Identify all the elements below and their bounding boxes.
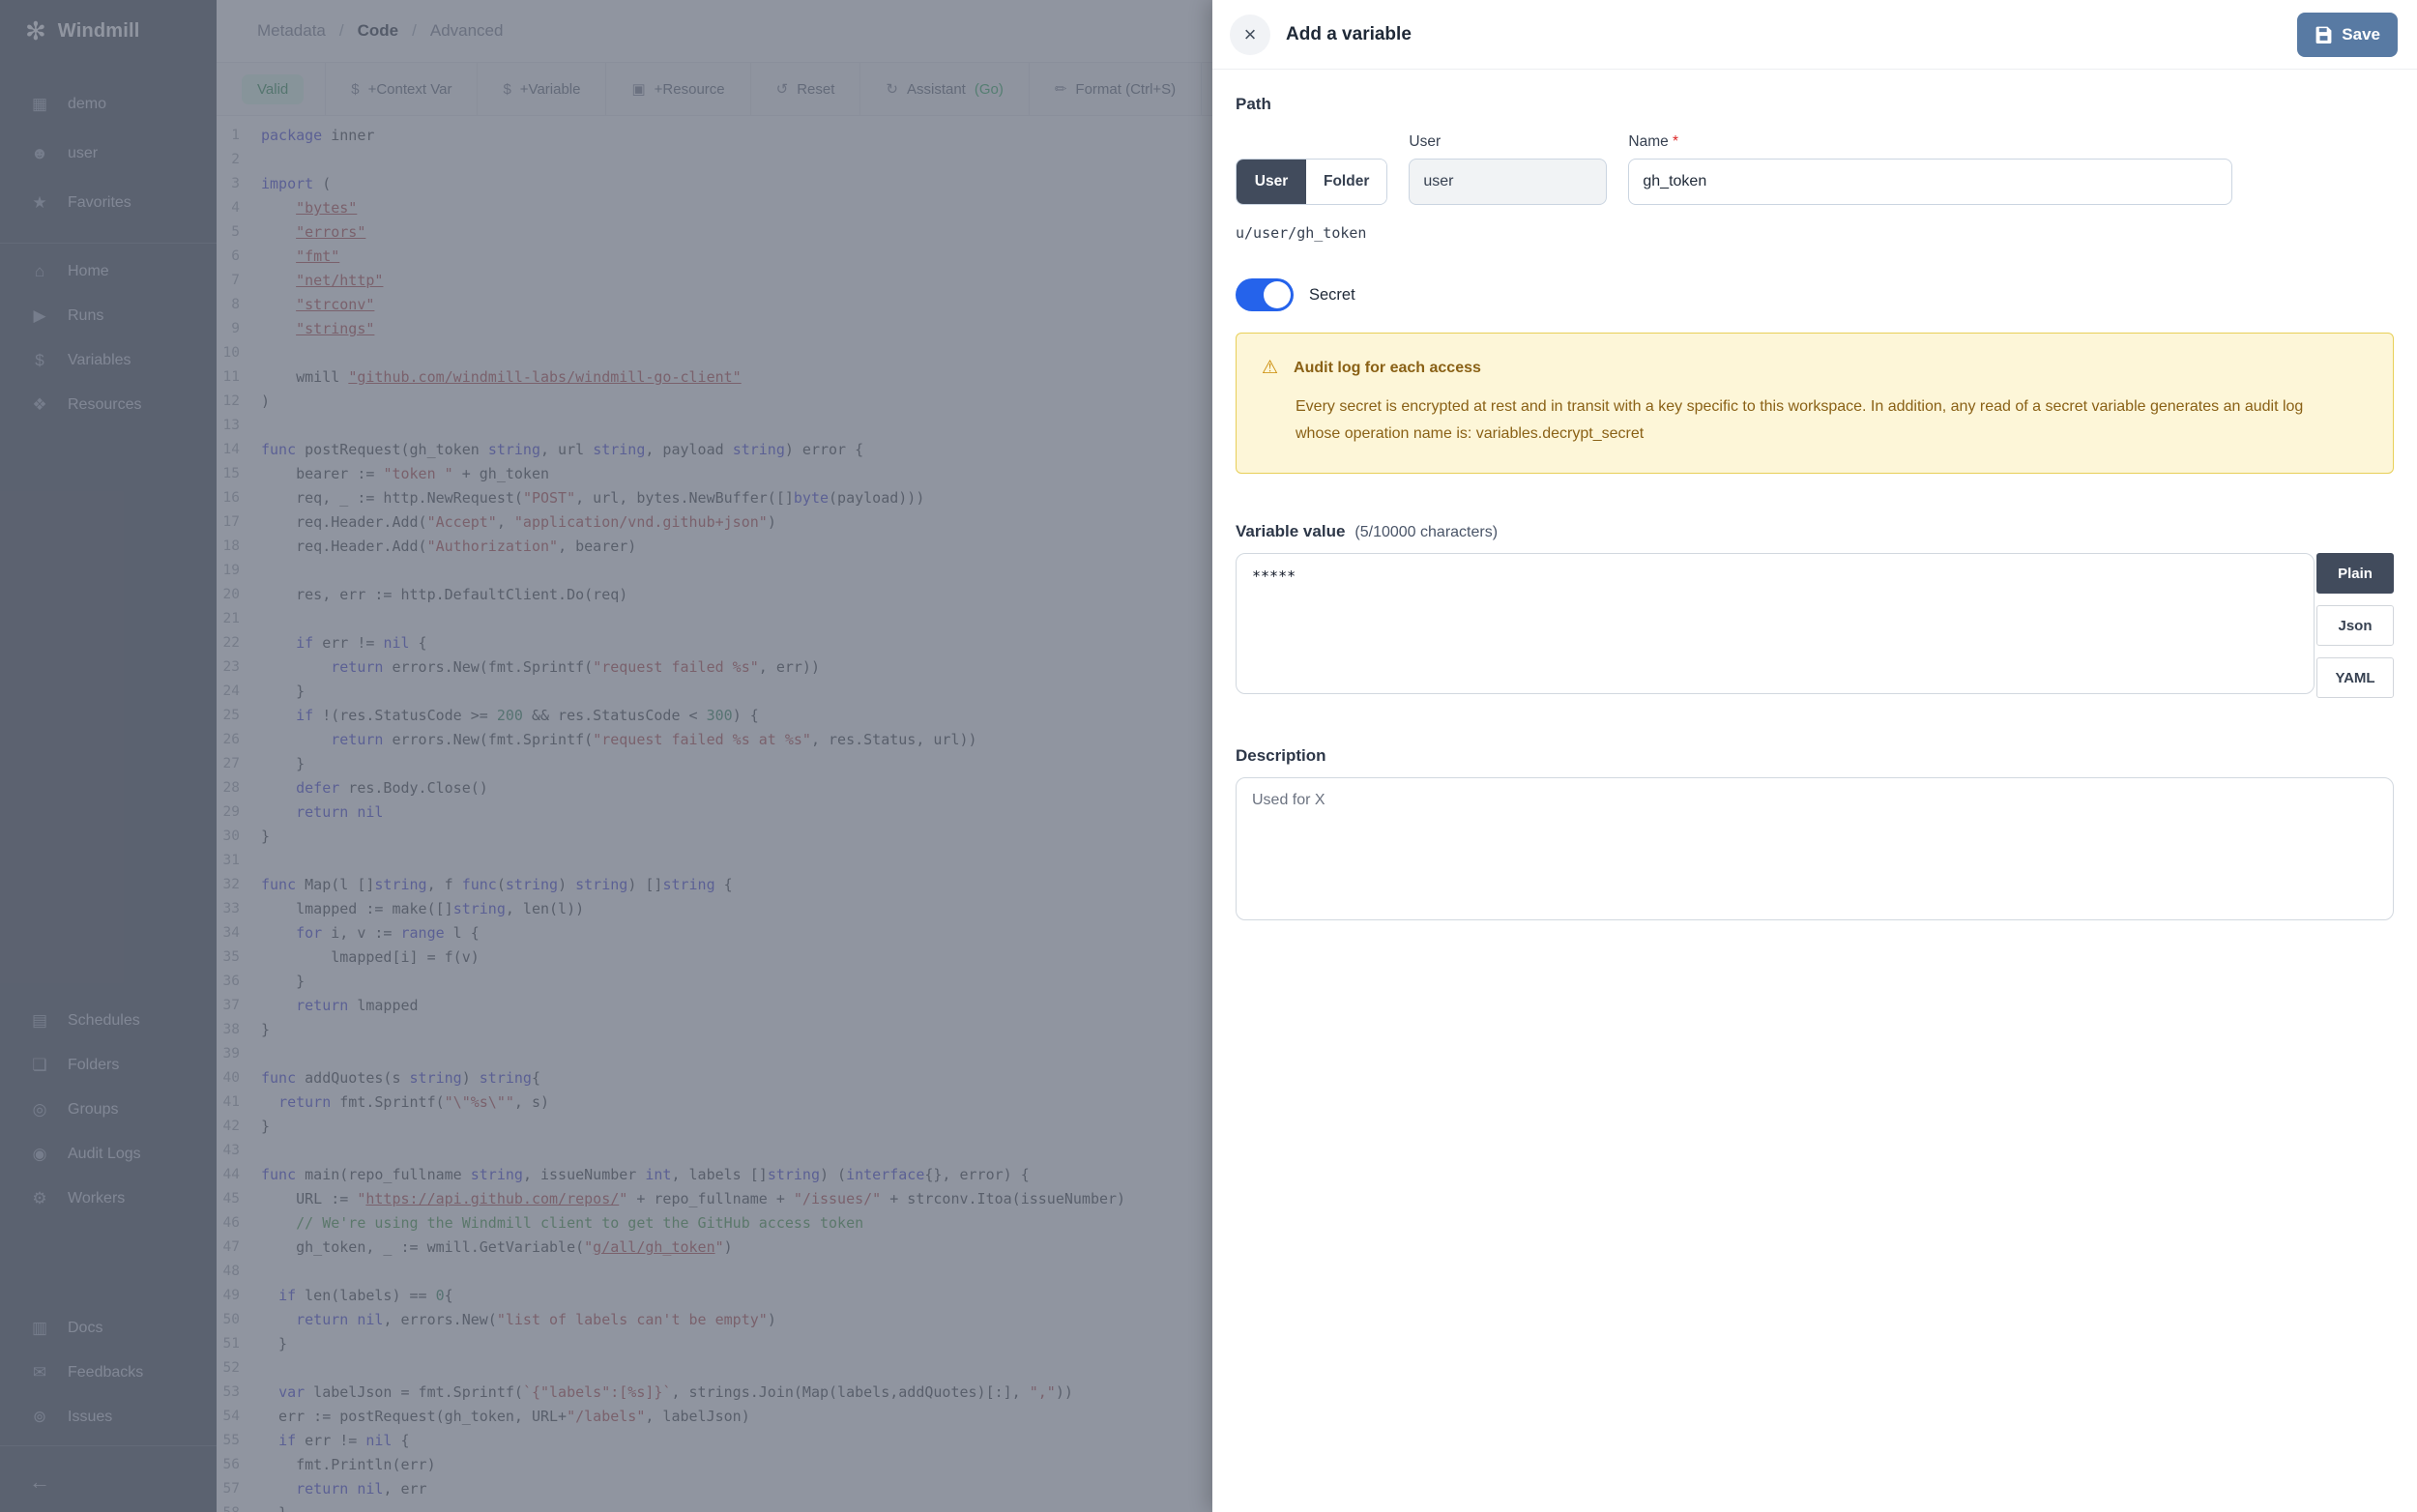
format-json-button[interactable]: Json — [2316, 605, 2394, 646]
user-input[interactable] — [1409, 159, 1607, 205]
save-button[interactable]: Save — [2297, 13, 2398, 57]
secret-row: Secret — [1236, 278, 2394, 311]
drawer-body: Path UserFolder User Name * u/user/gh_to… — [1212, 70, 2417, 925]
modal-overlay[interactable] — [0, 0, 1212, 1512]
toggle-knob — [1264, 281, 1291, 308]
variable-value-textarea[interactable]: ***** — [1236, 553, 2315, 694]
save-label: Save — [2342, 25, 2380, 44]
variable-value-heading: Variable value (5/10000 characters) — [1236, 522, 2394, 541]
warning-body: Every secret is encrypted at rest and in… — [1296, 393, 2340, 448]
full-path-preview: u/user/gh_token — [1236, 224, 2394, 242]
owner-option-folder[interactable]: Folder — [1306, 160, 1386, 204]
save-icon — [2315, 25, 2333, 44]
close-icon: × — [1244, 22, 1257, 47]
warning-title-row: ⚠ Audit log for each access — [1262, 357, 2368, 380]
secret-toggle[interactable] — [1236, 278, 1294, 311]
path-row: UserFolder User Name * — [1236, 133, 2394, 205]
owner-toggle: UserFolder — [1236, 159, 1387, 205]
close-button[interactable]: × — [1230, 15, 1270, 55]
required-asterisk: * — [1673, 133, 1678, 150]
format-yaml-button[interactable]: YAML — [2316, 657, 2394, 698]
user-field-group: User — [1409, 133, 1607, 205]
description-heading: Description — [1236, 746, 2394, 766]
variable-value-row: ***** Plain Json YAML — [1236, 553, 2394, 698]
warning-title: Audit log for each access — [1294, 357, 1481, 380]
warning-icon: ⚠ — [1262, 357, 1278, 380]
drawer-header: × Add a variable Save — [1212, 0, 2417, 70]
name-label-text: Name — [1628, 133, 1668, 150]
description-textarea[interactable]: Used for X — [1236, 777, 2394, 920]
character-counter: (5/10000 characters) — [1354, 524, 1498, 541]
owner-option-user[interactable]: User — [1237, 160, 1306, 204]
add-variable-drawer: × Add a variable Save Path UserFolder Us… — [1212, 0, 2417, 1512]
variable-value-title: Variable value — [1236, 522, 1345, 541]
name-input[interactable] — [1628, 159, 2232, 205]
format-plain-button[interactable]: Plain — [2316, 553, 2394, 594]
name-field-label: Name * — [1628, 133, 2232, 151]
drawer-title: Add a variable — [1286, 24, 2297, 45]
value-format-buttons: Plain Json YAML — [2316, 553, 2394, 698]
secret-label: Secret — [1309, 286, 1355, 305]
audit-warning-box: ⚠ Audit log for each access Every secret… — [1236, 333, 2394, 474]
path-section-heading: Path — [1236, 95, 2394, 114]
name-field-group: Name * — [1628, 133, 2232, 205]
user-field-label: User — [1409, 133, 1607, 151]
